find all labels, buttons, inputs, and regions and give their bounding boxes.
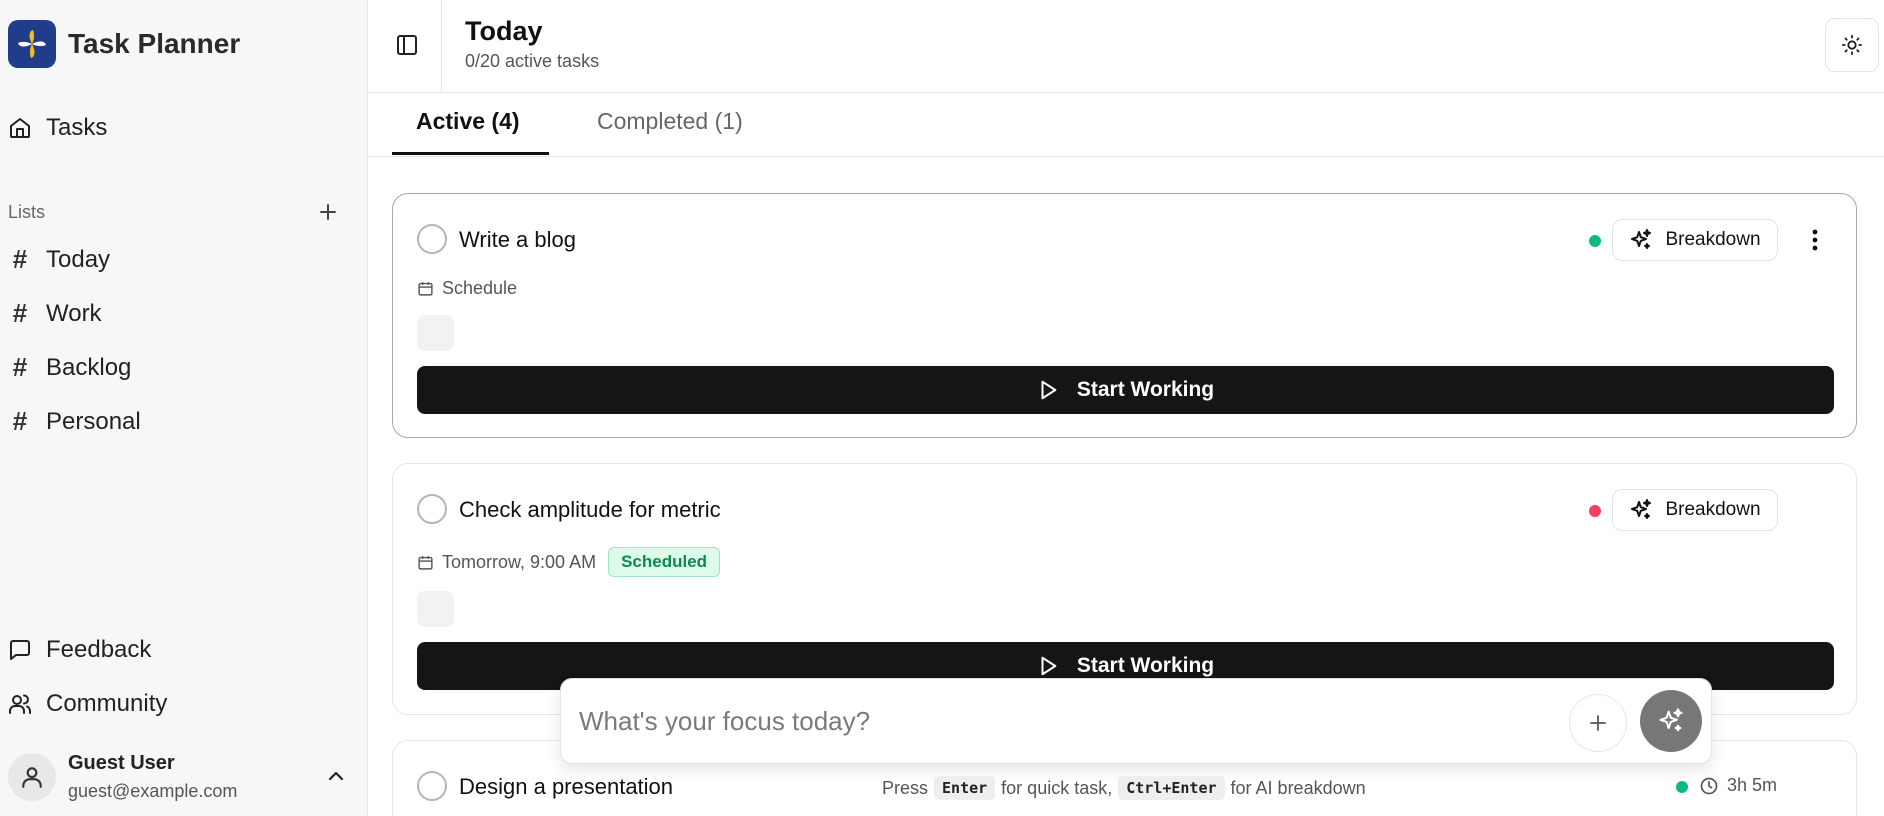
sidebar-item-work[interactable]: # Work [10,298,102,329]
plus-icon [1590,715,1606,731]
sparkles-icon [1631,499,1652,519]
task-title[interactable]: Check amplitude for metric [459,497,721,523]
priority-dot [1589,505,1601,517]
plus-icon [320,204,336,220]
duration-label: 3h 5m [1727,775,1778,795]
schedule-label: Tomorrow, 9:00 AM [442,551,597,572]
start-working-button[interactable]: Start Working [417,366,1834,414]
task-checkbox[interactable] [417,494,447,524]
priority-dot [1676,781,1688,793]
tab-active[interactable]: Active (4) [416,108,520,135]
sparkles-icon [1631,229,1652,249]
task-title[interactable]: Write a blog [459,227,576,253]
task-checkbox[interactable] [417,771,447,801]
sidebar-item-backlog[interactable]: # Backlog [10,352,132,383]
play-icon [1041,380,1057,400]
schedule-button[interactable]: Schedule [417,278,517,299]
sidebar-item-label: Backlog [46,353,132,381]
sidebar: Task Planner Tasks Lists # Today # Work … [0,0,368,816]
brand[interactable]: Task Planner [8,20,240,68]
play-icon [1041,656,1057,676]
user-menu[interactable]: Guest User guest@example.com [8,746,358,808]
header-border [368,92,1884,93]
clock-icon [1700,777,1718,794]
quick-add-bar [560,678,1712,764]
hash-icon: # [12,298,28,328]
task-count: 0/20 active tasks [465,51,600,71]
more-vertical-icon [1812,229,1818,251]
task-title[interactable]: Design a presentation [459,774,673,800]
sidebar-item-personal[interactable]: # Personal [10,406,141,437]
users-icon [9,694,31,714]
user-name: Guest User [68,752,175,774]
start-working-label: Start Working [1076,378,1215,401]
sidebar-item-today[interactable]: # Today [10,244,110,275]
start-working-label: Start Working [1076,654,1215,677]
sidebar-item-label: Today [46,245,111,273]
active-tab-indicator [392,152,549,155]
panel-left-icon [397,35,417,55]
keyboard-hint: Press Enter for quick task, Ctrl+Enter f… [882,776,1366,800]
subtask-placeholder [417,591,454,627]
breakdown-label: Breakdown [1665,499,1761,520]
user-info: Guest User guest@example.com [68,752,237,802]
sidebar-item-label: Personal [46,407,141,435]
ctrl-enter-key: Ctrl+Enter [1118,776,1225,800]
sidebar-item-tasks[interactable]: Tasks [8,114,107,142]
add-list-button[interactable] [315,199,341,225]
breakdown-button[interactable]: Breakdown [1612,219,1778,261]
task-card[interactable]: Write a blog Breakdown Schedule Start Wo… [392,193,1857,438]
theme-toggle-button[interactable] [1825,18,1879,72]
hint-press: Press [882,777,929,798]
sidebar-item-label: Feedback [46,636,152,663]
page-title: Today [465,16,543,46]
task-checkbox[interactable] [417,224,447,254]
task-duration: 3h 5m [1699,775,1777,796]
sidebar-item-community[interactable]: Community [8,690,167,718]
quick-add-button[interactable] [1569,694,1627,752]
sidebar-item-label: Tasks [46,114,108,141]
hint-text-1: for quick task, [1001,777,1113,798]
header-divider [441,0,442,92]
breakdown-label: Breakdown [1665,229,1761,250]
hash-icon: # [12,244,28,274]
breakdown-button[interactable]: Breakdown [1612,489,1778,531]
sidebar-item-label: Work [46,299,102,327]
tabs-border [368,156,1884,157]
schedule-button[interactable]: Tomorrow, 9:00 AM Scheduled [417,547,721,577]
message-square-icon [10,640,30,660]
task-more-button[interactable] [1803,222,1827,258]
ai-breakdown-button[interactable] [1640,690,1702,752]
status-badge: Scheduled [608,547,721,577]
tab-completed[interactable]: Completed (1) [597,108,743,135]
hash-icon: # [12,406,28,436]
app-logo-icon [8,20,56,68]
sidebar-item-label: Community [46,690,168,717]
user-icon [22,767,42,788]
lists-heading: Lists [8,202,46,222]
sidebar-toggle-button[interactable] [390,30,424,60]
priority-dot [1589,235,1601,247]
calendar-icon [418,282,433,296]
hash-icon: # [12,352,28,382]
hint-text-2: for AI breakdown [1230,777,1366,798]
subtask-placeholder [417,315,454,351]
calendar-icon [418,555,433,570]
sparkles-icon [1659,708,1683,732]
schedule-label: Schedule [442,278,518,298]
avatar [8,753,56,801]
enter-key: Enter [934,776,996,800]
user-email: guest@example.com [68,781,238,801]
app-name: Task Planner [68,28,241,59]
sidebar-item-feedback[interactable]: Feedback [8,636,151,664]
sun-icon [1841,34,1863,56]
chevron-up-icon[interactable] [326,766,346,791]
quick-add-input[interactable] [579,701,1539,741]
home-icon [10,118,30,138]
